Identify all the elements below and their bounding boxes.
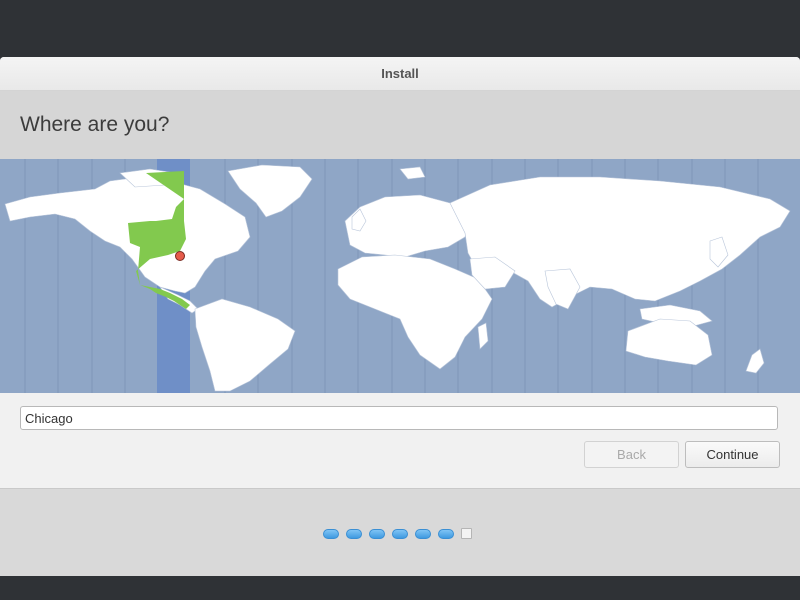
north-america bbox=[4, 176, 251, 294]
continents bbox=[4, 164, 791, 392]
progress-step-done bbox=[438, 528, 454, 539]
progress-indicator bbox=[323, 528, 472, 539]
progress-step-current bbox=[461, 528, 472, 539]
progress-step-done bbox=[346, 528, 362, 539]
africa bbox=[337, 254, 493, 370]
back-button[interactable]: Back bbox=[584, 441, 679, 468]
madagascar bbox=[477, 322, 489, 350]
continue-button[interactable]: Continue bbox=[685, 441, 780, 468]
south-america bbox=[194, 298, 296, 392]
progress-footer bbox=[0, 488, 800, 576]
page-title: Where are you? bbox=[20, 113, 170, 136]
svalbard bbox=[399, 166, 426, 180]
title-bar: Install bbox=[0, 57, 800, 91]
new-zealand bbox=[745, 348, 765, 374]
timezone-map[interactable] bbox=[0, 159, 800, 393]
australia bbox=[625, 318, 713, 366]
greenland bbox=[227, 164, 313, 218]
progress-step-done bbox=[392, 528, 408, 539]
installer-window: Install Where are you? Chicago Back Cont… bbox=[0, 57, 800, 576]
location-input[interactable] bbox=[20, 406, 778, 430]
progress-step-done bbox=[323, 528, 339, 539]
window-title: Install bbox=[381, 66, 419, 81]
location-pin-icon bbox=[175, 251, 185, 261]
progress-step-done bbox=[369, 528, 385, 539]
progress-step-done bbox=[415, 528, 431, 539]
page-header: Where are you? bbox=[0, 91, 800, 160]
